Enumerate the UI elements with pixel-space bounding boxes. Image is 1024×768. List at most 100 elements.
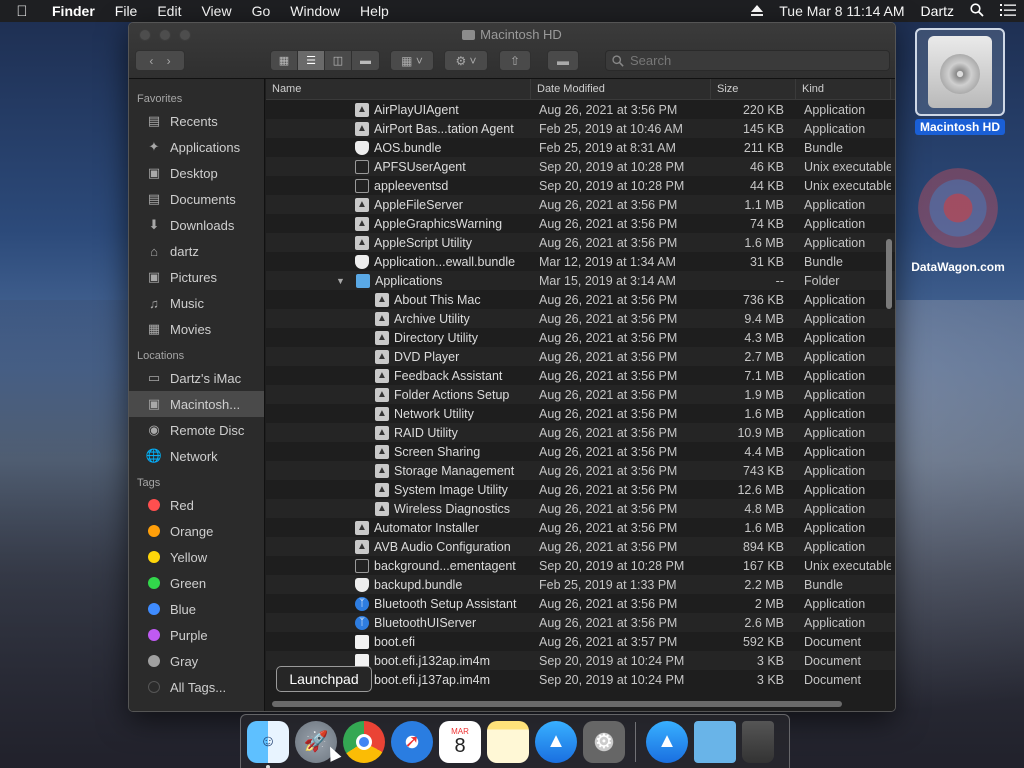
table-row[interactable]: ᛉ BluetoothUIServer Aug 26, 2021 at 3:56 P… <box>266 613 895 632</box>
desktop-icon-macintosh-hd[interactable]: Macintosh HD <box>908 28 1012 135</box>
app-store-icon[interactable]: ▲ <box>535 720 577 763</box>
sidebar-item-applications[interactable]: ✦ Applications <box>129 134 264 160</box>
share-button[interactable]: ⇧ <box>499 50 531 71</box>
table-row[interactable]: background...ementagent Sep 20, 2019 at 1… <box>266 556 895 575</box>
list-view-icon[interactable]: ☰ <box>298 51 325 70</box>
menu-go[interactable]: Go <box>242 3 281 19</box>
sidebar-item-macintosh-hd[interactable]: ▣ Macintosh... <box>129 391 264 417</box>
sidebar-tag-gray[interactable]: Gray <box>129 648 264 674</box>
search-input[interactable]: Search <box>605 50 890 71</box>
calendar-icon[interactable]: MAR 8 <box>439 720 481 763</box>
back-arrow-icon[interactable]: ‹ <box>149 54 153 68</box>
table-row[interactable]: ▲ Directory Utility Aug 26, 2021 at 3:56 P… <box>266 328 895 347</box>
column-header-size[interactable]: Size <box>711 79 796 100</box>
table-row[interactable]: boot.efi Aug 26, 2021 at 3:57 PM 592 KB Doc… <box>266 632 895 651</box>
sidebar-tag-purple[interactable]: Purple <box>129 622 264 648</box>
sidebar-item-recents[interactable]: ▤ Recents <box>129 108 264 134</box>
system-preferences-icon[interactable]: ⚙ <box>583 720 625 763</box>
group-by-button[interactable]: ▦ ˅ <box>390 50 434 71</box>
sidebar-item-network[interactable]: 🌐 Network <box>129 443 264 469</box>
table-row[interactable]: ▲ AppleScript Utility Aug 26, 2021 at 3:56… <box>266 233 895 252</box>
table-row[interactable]: Application...ewall.bundle Mar 12, 2019 a… <box>266 252 895 271</box>
sidebar-item-downloads[interactable]: ⬇ Downloads <box>129 212 264 238</box>
size-cell: 743 KB <box>742 463 784 478</box>
table-row[interactable]: ▲ Folder Actions Setup Aug 26, 2021 at 3:5… <box>266 385 895 404</box>
menu-help[interactable]: Help <box>350 3 399 19</box>
table-row[interactable]: ▲ About This Mac Aug 26, 2021 at 3:56 PM 73… <box>266 290 895 309</box>
table-row[interactable]: ▲ Screen Sharing Aug 26, 2021 at 3:56 PM 4.… <box>266 442 895 461</box>
table-row[interactable]: ▲ Automator Installer Aug 26, 2021 at 3:56… <box>266 518 895 537</box>
disclosure-triangle-icon[interactable]: ▼ <box>336 276 348 286</box>
chrome-icon[interactable] <box>343 720 385 763</box>
notes-icon[interactable] <box>487 720 529 763</box>
menubar-clock[interactable]: Tue Mar 8 11:14 AM <box>771 3 912 19</box>
sidebar-item-music[interactable]: ♫ Music <box>129 290 264 316</box>
gallery-view-icon[interactable]: ▬ <box>352 51 379 70</box>
desktop-icon-datawagon[interactable]: DataWagon.com <box>900 168 1016 274</box>
sidebar-item-imac[interactable]: ▭ Dartz's iMac <box>129 365 264 391</box>
sidebar-item-desktop[interactable]: ▣ Desktop <box>129 160 264 186</box>
size-cell: 894 KB <box>742 539 784 554</box>
table-row[interactable]: ▲ Storage Management Aug 26, 2021 at 3:56 … <box>266 461 895 480</box>
column-header-kind[interactable]: Kind <box>796 79 891 100</box>
table-row[interactable]: backupd.bundle Feb 25, 2019 at 1:33 PM 2.2… <box>266 575 895 594</box>
apple-menu-icon[interactable]:  <box>0 3 44 20</box>
column-header-name[interactable]: Name <box>266 79 531 100</box>
table-row[interactable]: ▲ AppleGraphicsWarning Aug 26, 2021 at 3:5… <box>266 214 895 233</box>
table-row[interactable]: ▲ Wireless Diagnostics Aug 26, 2021 at 3:5… <box>266 499 895 518</box>
sidebar-tag-red[interactable]: Red <box>129 492 264 518</box>
sidebar-tag-blue[interactable]: Blue <box>129 596 264 622</box>
menu-edit[interactable]: Edit <box>147 3 191 19</box>
table-row[interactable]: ▼ Applications Mar 15, 2019 at 3:14 AM -- Fo… <box>266 271 895 290</box>
table-row[interactable]: ▲ AirPlayUIAgent Aug 26, 2021 at 3:56 PM 22… <box>266 100 895 119</box>
applications-stack-icon[interactable]: ▲ <box>646 720 688 763</box>
table-row[interactable]: APFSUserAgent Sep 20, 2019 at 10:28 PM 46 … <box>266 157 895 176</box>
table-row[interactable]: AOS.bundle Feb 25, 2019 at 8:31 AM 211 KB B… <box>266 138 895 157</box>
menu-finder[interactable]: Finder <box>44 3 105 19</box>
action-button[interactable]: ⚙ ˅ <box>444 50 488 71</box>
sidebar-item-documents[interactable]: ▤ Documents <box>129 186 264 212</box>
column-view-icon[interactable]: ◫ <box>325 51 352 70</box>
icon-view-icon[interactable]: ▦ <box>271 51 298 70</box>
table-row[interactable]: ▲ DVD Player Aug 26, 2021 at 3:56 PM 2.7 MB… <box>266 347 895 366</box>
table-row[interactable]: ▲ RAID Utility Aug 26, 2021 at 3:56 PM 10.9… <box>266 423 895 442</box>
back-forward-buttons[interactable]: ‹ › <box>135 50 185 71</box>
table-row[interactable]: ▲ Archive Utility Aug 26, 2021 at 3:56 PM 9… <box>266 309 895 328</box>
size-cell: 592 KB <box>742 634 784 649</box>
table-row[interactable]: ▲ Feedback Assistant Aug 26, 2021 at 3:56 … <box>266 366 895 385</box>
edit-tags-button[interactable]: ▬ <box>547 50 579 71</box>
trash-icon[interactable] <box>742 720 774 763</box>
sidebar-tag-yellow[interactable]: Yellow <box>129 544 264 570</box>
sidebar-item-movies[interactable]: ▦ Movies <box>129 316 264 342</box>
eject-icon[interactable] <box>743 5 771 17</box>
table-row[interactable]: ▲ AirPort Bas...tation Agent Feb 25, 2019 … <box>266 119 895 138</box>
kind-cell: Application <box>804 425 866 440</box>
sidebar-item-remote-disc[interactable]: ◉ Remote Disc <box>129 417 264 443</box>
sidebar-item-home[interactable]: ⌂ dartz <box>129 238 264 264</box>
sidebar-tag-alltags[interactable]: All Tags... <box>129 674 264 700</box>
table-row[interactable]: ▲ Network Utility Aug 26, 2021 at 3:56 PM 1… <box>266 404 895 423</box>
table-row[interactable]: appleeventsd Sep 20, 2019 at 10:28 PM 44 K… <box>266 176 895 195</box>
safari-icon[interactable]: ➚ <box>391 720 433 763</box>
table-row[interactable]: ▲ AppleFileServer Aug 26, 2021 at 3:56 PM 1… <box>266 195 895 214</box>
table-row[interactable]: ▲ System Image Utility Aug 26, 2021 at 3:5… <box>266 480 895 499</box>
app-file-icon: ▲ <box>355 121 369 136</box>
vertical-scrollbar[interactable] <box>886 239 892 309</box>
table-row[interactable]: ▲ AVB Audio Configuration Aug 26, 2021 at … <box>266 537 895 556</box>
spotlight-search-icon[interactable] <box>962 2 992 20</box>
folder-stack-icon[interactable] <box>694 720 736 763</box>
app-file-icon: ▲ <box>375 292 389 307</box>
horizontal-scrollbar[interactable] <box>272 701 842 707</box>
menu-window[interactable]: Window <box>280 3 350 19</box>
sidebar-tag-green[interactable]: Green <box>129 570 264 596</box>
menu-view[interactable]: View <box>191 3 241 19</box>
column-header-date-modified[interactable]: Date Modified <box>531 79 711 100</box>
forward-arrow-icon[interactable]: › <box>167 54 171 68</box>
sidebar-item-pictures[interactable]: ▣ Pictures <box>129 264 264 290</box>
table-row[interactable]: ᛉ Bluetooth Setup Assistant Aug 26, 2021 a… <box>266 594 895 613</box>
menu-file[interactable]: File <box>105 3 148 19</box>
notification-center-icon[interactable] <box>992 3 1024 19</box>
sidebar-tag-orange[interactable]: Orange <box>129 518 264 544</box>
finder-icon[interactable]: ☺ <box>247 720 289 768</box>
menubar-user[interactable]: Dartz <box>913 3 962 19</box>
